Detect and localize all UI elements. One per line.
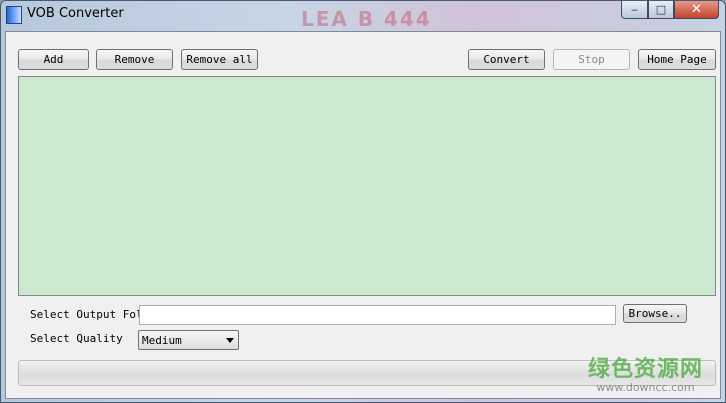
app-icon (6, 6, 22, 24)
chevron-down-icon (226, 338, 234, 343)
quality-select[interactable]: Medium (138, 330, 239, 350)
minimize-icon: ‒ (631, 3, 638, 16)
title-bar[interactable]: VOB Converter LEA B 444 ‒ □ ✕ (1, 1, 725, 31)
home-page-button[interactable]: Home Page (638, 49, 716, 70)
browse-button[interactable]: Browse.. (623, 304, 687, 323)
add-button[interactable]: Add (18, 49, 89, 70)
remove-button[interactable]: Remove (96, 49, 173, 70)
quality-label: Select Quality (30, 332, 123, 345)
client-area: Add Remove Remove all Convert Stop Home … (5, 31, 721, 399)
title-decoration: LEA B 444 (301, 7, 432, 31)
watermark: 绿色资源网 www.downcc.com (588, 351, 703, 394)
app-window: VOB Converter LEA B 444 ‒ □ ✕ Add Remove… (0, 0, 726, 403)
output-folder-input[interactable] (139, 305, 616, 325)
window-title: VOB Converter (27, 6, 124, 21)
quality-selected-value: Medium (142, 333, 182, 347)
convert-button[interactable]: Convert (468, 49, 545, 70)
close-icon: ✕ (691, 2, 702, 17)
stop-button[interactable]: Stop (553, 49, 630, 70)
window-controls: ‒ □ ✕ (621, 1, 719, 20)
maximize-icon: □ (655, 3, 667, 16)
remove-all-button[interactable]: Remove all (181, 49, 258, 70)
file-list[interactable] (18, 76, 716, 296)
maximize-button[interactable]: □ (648, 1, 674, 19)
watermark-url: www.downcc.com (596, 381, 695, 394)
close-button[interactable]: ✕ (674, 1, 719, 19)
minimize-button[interactable]: ‒ (621, 1, 648, 19)
watermark-text: 绿色资源网 (587, 357, 703, 382)
